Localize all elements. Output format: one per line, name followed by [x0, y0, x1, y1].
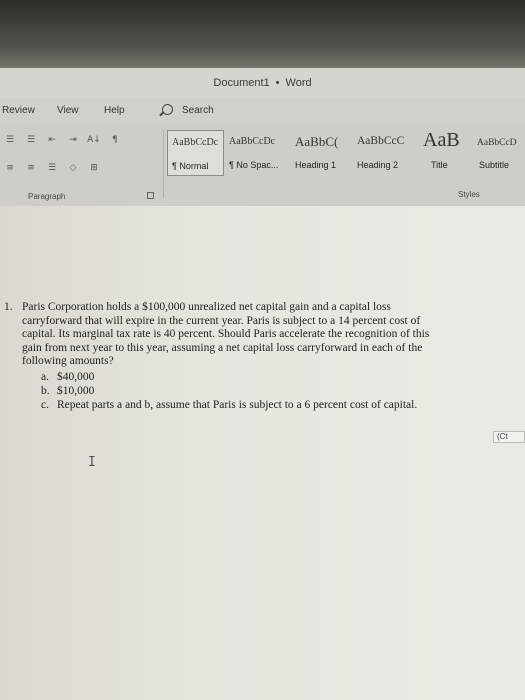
style-name: Heading 1	[295, 160, 337, 170]
style-name: Title	[431, 160, 448, 170]
app-name: Word	[285, 77, 312, 89]
search-box[interactable]: Search	[182, 105, 214, 116]
dialog-launcher-icon[interactable]	[147, 192, 154, 199]
style-sample: AaBbC(	[295, 134, 339, 149]
style-name: ¶ No Spac...	[229, 160, 279, 170]
show-formatting-icon[interactable]: ¶	[107, 134, 123, 146]
style-name: ¶ Normal	[172, 161, 209, 171]
answer-item-c: c. Repeat parts a and b, assume that Pari…	[41, 399, 417, 413]
item-label: b.	[41, 385, 50, 397]
item-label: c.	[41, 399, 49, 411]
style-name: Subtitle	[479, 160, 510, 170]
paragraph-tools: ☰ ☰ ⇤ ⇥ A↓ ¶ ≡ ≡ ☰ ◇ ⊞	[2, 132, 160, 182]
question-text: Paris Corporation holds a $100,000 unrea…	[22, 301, 507, 369]
ibeam-cursor-icon: I	[88, 455, 96, 470]
tab-review[interactable]: Review	[2, 105, 35, 116]
style-title[interactable]: AaB Title	[419, 130, 471, 176]
item-text: Repeat parts a and b, assume that Paris …	[57, 399, 418, 411]
style-subtitle[interactable]: AaBbCcD Subtitle	[473, 130, 525, 176]
question-line: capital. Its marginal tax rate is 40 per…	[22, 328, 430, 340]
styles-gallery: AaBbCcDc ¶ Normal AaBbCcDc ¶ No Spac... …	[167, 130, 525, 178]
line-spacing-icon[interactable]: ☰	[44, 162, 60, 174]
search-icon[interactable]	[162, 104, 173, 115]
style-sample: AaBbCcC	[357, 135, 405, 147]
tab-view[interactable]: View	[57, 105, 79, 116]
styles-group-label: Styles	[458, 190, 480, 199]
question-line: following amounts?	[22, 355, 114, 367]
tab-help[interactable]: Help	[104, 105, 125, 116]
style-sample: AaB	[423, 130, 460, 151]
answer-item-b: b. $10,000	[41, 385, 94, 399]
increase-indent-icon[interactable]: ⇥	[65, 134, 81, 146]
style-sample: AaBbCcD	[477, 138, 517, 148]
group-divider	[163, 130, 164, 198]
item-text: $10,000	[57, 385, 95, 397]
paragraph-group-label: Paragraph	[28, 192, 66, 201]
title-separator: •	[275, 77, 280, 89]
item-label: a.	[41, 371, 49, 383]
shading-icon[interactable]: ◇	[65, 162, 81, 174]
question-line: gain from next year to this year, assumi…	[22, 341, 423, 354]
question-number: 1.	[4, 301, 13, 313]
paste-options-icon[interactable]: (Ct	[493, 431, 525, 443]
paste-options-label: (Ct	[497, 432, 508, 441]
style-name: Heading 2	[357, 160, 399, 170]
ribbon-tabs: Review View Help Search	[0, 98, 525, 122]
style-sample: AaBbCcDc	[172, 137, 219, 148]
style-heading-1[interactable]: AaBbC( Heading 1	[291, 130, 351, 176]
justify-icon[interactable]: ≡	[23, 162, 39, 174]
borders-icon[interactable]: ⊞	[86, 162, 102, 174]
style-normal[interactable]: AaBbCcDc ¶ Normal	[167, 130, 224, 176]
style-heading-2[interactable]: AaBbCcC Heading 2	[353, 130, 415, 176]
question-line: carryforward that will expire in the cur…	[22, 314, 421, 327]
monitor-bezel	[0, 0, 525, 68]
title-bar: Document1 • Word	[0, 68, 525, 98]
item-text: $40,000	[57, 371, 95, 383]
document-name: Document1	[213, 77, 270, 89]
style-no-spacing[interactable]: AaBbCcDc ¶ No Spac...	[225, 130, 289, 176]
sort-icon[interactable]: A↓	[86, 134, 102, 146]
numbering-icon[interactable]: ☰	[23, 134, 39, 146]
bullets-icon[interactable]: ☰	[2, 134, 18, 146]
answer-item-a: a. $40,000	[41, 371, 94, 385]
document-page[interactable]: 1. Paris Corporation holds a $100,000 un…	[0, 206, 525, 700]
question-line: Paris Corporation holds a $100,000 unrea…	[22, 301, 391, 313]
home-ribbon: ☰ ☰ ⇤ ⇥ A↓ ¶ ≡ ≡ ☰ ◇ ⊞ Paragraph AaBbCcD…	[0, 122, 525, 207]
align-left-icon[interactable]: ≡	[2, 162, 18, 174]
style-sample: AaBbCcDc	[229, 136, 276, 147]
decrease-indent-icon[interactable]: ⇤	[44, 134, 60, 146]
